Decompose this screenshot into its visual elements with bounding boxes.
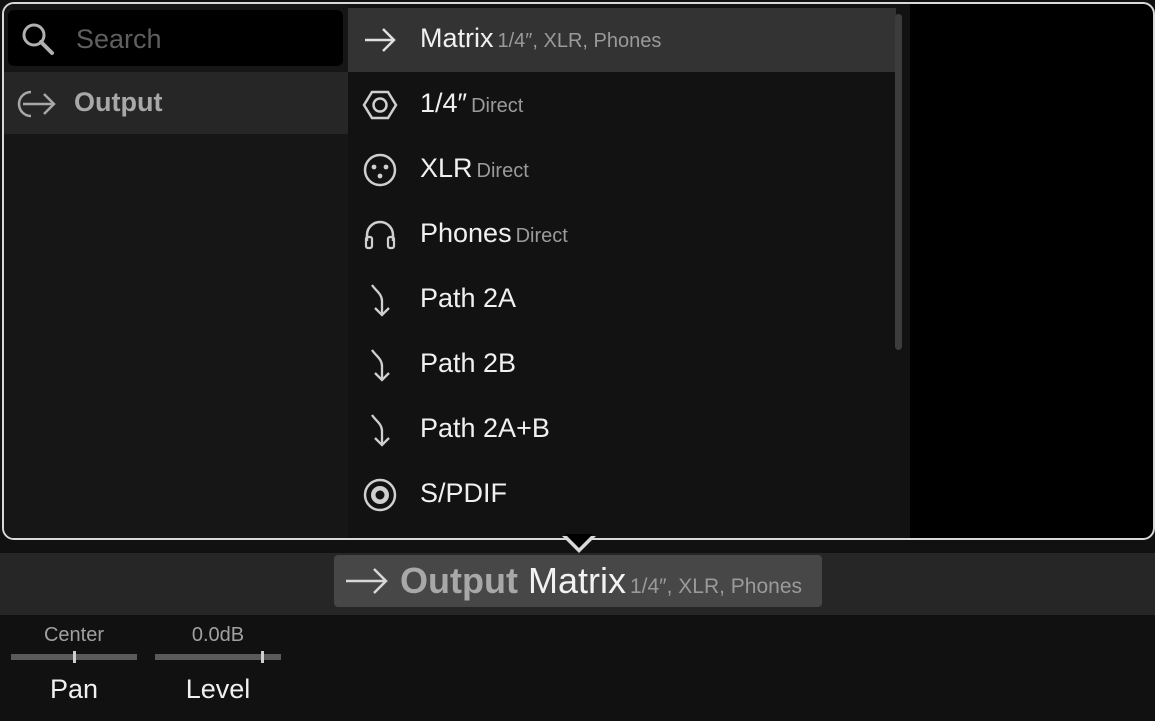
xlr-icon [363, 153, 397, 187]
block-model-button[interactable]: Output Matrix 1/4″, XLR, Phones [334, 555, 822, 607]
param-slider-thumb[interactable] [73, 651, 76, 663]
model-list: Matrix 1/4″, XLR, Phones 1/4″ Direct XLR Di… [348, 4, 910, 538]
model-label: XLR [420, 153, 473, 183]
param-value: 0.0dB [191, 624, 245, 646]
headphones-icon [364, 220, 396, 250]
list-scrollbar[interactable] [895, 14, 902, 350]
arrow-right-icon [346, 568, 388, 594]
search-box[interactable] [8, 10, 343, 66]
category-column: Output [4, 4, 348, 538]
model-label: Phones [420, 218, 512, 248]
model-item-path-2b[interactable]: Path 2B [348, 333, 896, 397]
model-browser-popup: Output Matrix1/4″, XLR, Phones 1/4″Direc… [2, 2, 1155, 540]
category-label: Output [74, 87, 163, 117]
hexagon-jack-icon [362, 90, 398, 120]
block-model-name: Matrix [527, 560, 626, 601]
block-title-bar: Output Matrix 1/4″, XLR, Phones [0, 553, 1155, 615]
param-slider-track[interactable] [155, 651, 281, 663]
search-icon [22, 23, 54, 55]
block-model-sub: 1/4″, XLR, Phones [629, 575, 803, 598]
search-input[interactable] [74, 18, 338, 60]
model-item-phones[interactable]: Phones Direct [348, 203, 896, 267]
param-level[interactable]: 0.0dB Level [154, 620, 282, 720]
path-arrow-icon [371, 349, 390, 382]
model-label: Path 2B [420, 348, 517, 378]
category-item-output[interactable]: Output [4, 72, 348, 134]
arrow-right-icon [365, 28, 396, 52]
param-name: Level [185, 674, 251, 704]
model-sub: Direct [476, 160, 529, 182]
model-item-path-2a[interactable]: Path 2A [348, 268, 896, 332]
model-label: S/PDIF [420, 478, 508, 508]
popup-pointer-inner [565, 534, 593, 548]
block-category: Output [400, 560, 518, 601]
model-label: Matrix [420, 23, 494, 53]
model-item-path-2a-b[interactable]: Path 2A+B [348, 398, 896, 462]
spdif-icon [363, 478, 397, 512]
path-arrow-icon [371, 284, 390, 317]
param-slider-thumb[interactable] [261, 651, 264, 663]
model-item-quarter-inch[interactable]: 1/4″ Direct [348, 73, 896, 137]
param-value: Center [43, 624, 105, 646]
model-item-spdif[interactable]: S/PDIF [348, 463, 896, 527]
param-pan[interactable]: Center Pan [10, 620, 138, 720]
model-item-xlr[interactable]: XLR Direct [348, 138, 896, 202]
model-label: 1/4″ [420, 88, 468, 118]
model-sub: 1/4″, XLR, Phones [497, 30, 662, 52]
model-sub: Direct [471, 95, 524, 117]
model-label: Path 2A+B [420, 413, 550, 443]
param-name: Pan [49, 674, 99, 704]
model-item-matrix[interactable]: Matrix 1/4″, XLR, Phones [348, 8, 896, 72]
param-slider-track[interactable] [11, 651, 137, 663]
model-label: Path 2A [420, 283, 517, 313]
model-sub: Direct [515, 225, 568, 247]
output-arrow-icon [17, 90, 56, 118]
path-arrow-icon [371, 414, 390, 447]
